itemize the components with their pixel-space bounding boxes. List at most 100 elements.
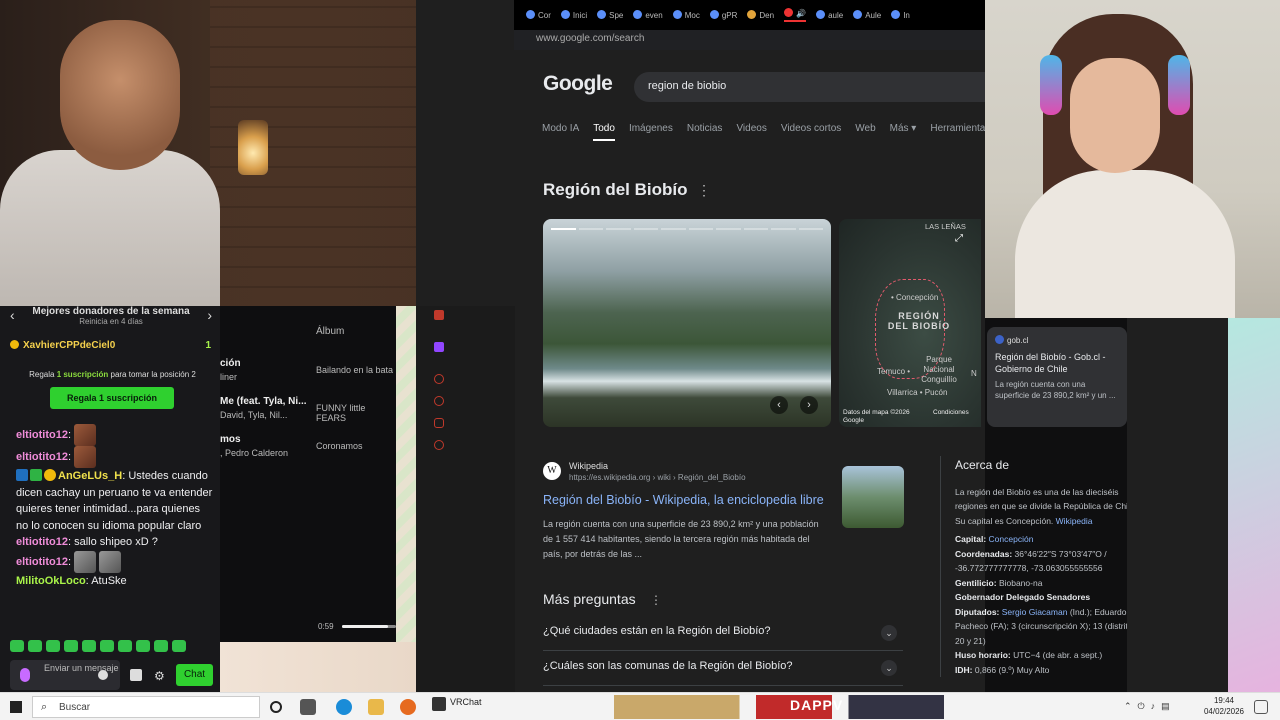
tab-videos-cortos[interactable]: Videos cortos xyxy=(781,123,841,141)
gear-icon[interactable]: ⚙ xyxy=(154,669,165,683)
speaker-icon[interactable]: 🔊 xyxy=(796,9,806,18)
tab-noticias[interactable]: Noticias xyxy=(687,123,723,141)
emote-icon[interactable] xyxy=(64,640,78,652)
chevron-right-icon[interactable]: › xyxy=(800,396,818,414)
chevron-down-icon[interactable]: ⌄ xyxy=(881,660,897,676)
map-terms-link[interactable]: Condiciones xyxy=(933,409,969,416)
diputado-link[interactable]: Sergio Giacaman xyxy=(1002,607,1068,617)
paa-question[interactable]: ¿Cuáles son las comunas de la Región del… xyxy=(543,652,903,686)
browser-tab[interactable]: Den xyxy=(747,10,774,20)
result-title-link[interactable]: Región del Biobío - Wikipedia, la encicl… xyxy=(543,492,828,509)
browser-tab[interactable]: In xyxy=(891,10,910,20)
browser-tab[interactable]: Cor xyxy=(526,10,551,20)
taskbar-clock[interactable]: 19:44 04/02/2026 xyxy=(1204,695,1244,717)
emote-icon[interactable] xyxy=(154,640,168,652)
track-title[interactable]: ción xyxy=(220,358,241,369)
firefox-icon[interactable] xyxy=(400,699,416,715)
knowledge-panel-photo[interactable] xyxy=(543,219,831,427)
chat-send-button[interactable]: Chat xyxy=(176,664,213,686)
video-person-head xyxy=(60,20,180,170)
emote-icon[interactable] xyxy=(82,640,96,652)
capital-link[interactable]: Concepción xyxy=(989,534,1034,544)
browser-tab[interactable]: aule xyxy=(816,10,843,20)
tab-web[interactable]: Web xyxy=(855,123,875,141)
photo-carousel-indicator xyxy=(551,228,823,230)
more-options-icon[interactable]: ⋮ xyxy=(650,593,662,607)
chevron-left-icon[interactable]: ‹ xyxy=(770,396,788,414)
emote-icon[interactable] xyxy=(172,640,186,652)
sidebar-app-icon[interactable] xyxy=(434,310,444,320)
tab-todo[interactable]: Todo xyxy=(593,123,615,141)
tab-favicon-icon xyxy=(853,10,863,19)
browser-tab[interactable]: gPR xyxy=(709,10,737,20)
about-row: Capital: Concepción xyxy=(955,532,1140,547)
browser-tab[interactable]: even xyxy=(633,10,663,20)
chat-message-text: AtuSke xyxy=(91,574,127,587)
tab-modo-ia[interactable]: Modo IA xyxy=(542,123,579,141)
about-row: Coordenadas: 36°46′22″S 73°03′47″O / -36… xyxy=(955,547,1140,576)
chat-username[interactable]: eltiotito12 xyxy=(16,555,68,567)
browser-tab[interactable]: Moc xyxy=(672,10,700,20)
browser-tab[interactable]: Spe xyxy=(597,10,623,20)
gift-icon[interactable] xyxy=(130,669,142,681)
clock-date: 04/02/2026 xyxy=(1203,707,1244,716)
map-attribution: Datos del mapa ©2026 Google xyxy=(843,409,910,424)
chevron-left-icon[interactable]: ‹ xyxy=(10,307,15,323)
taskbar-search[interactable]: ⌕ Buscar xyxy=(32,696,260,718)
settings-icon[interactable] xyxy=(434,440,444,450)
about-label: Coordenadas: xyxy=(955,548,1013,559)
chevron-down-icon[interactable]: ⌄ xyxy=(881,625,897,641)
result-site[interactable]: W Wikipedia https://es.wikipedia.org › w… xyxy=(543,460,828,484)
cortana-icon[interactable] xyxy=(270,701,282,713)
tab-imagenes[interactable]: Imágenes xyxy=(629,123,673,141)
emoji-icon[interactable] xyxy=(98,670,108,680)
extensions-icon[interactable] xyxy=(434,418,444,428)
chat-username[interactable]: eltiotito12 xyxy=(16,429,68,441)
search-input[interactable]: region de biobio xyxy=(634,72,994,102)
emote-icon[interactable] xyxy=(46,640,60,652)
emote-icon[interactable] xyxy=(100,640,114,652)
tab-favicon-icon xyxy=(633,10,643,19)
emote-icon[interactable] xyxy=(10,640,24,652)
knowledge-panel-map[interactable]: LAS LEÑAS • Concepción REGIÓN DEL BIOBÍO… xyxy=(839,219,981,427)
chat-username[interactable]: AnGeLUs_H xyxy=(58,470,122,482)
track-title[interactable]: mos xyxy=(220,434,241,445)
gift-subscription-button[interactable]: Regala 1 suscripción xyxy=(50,387,174,409)
chevron-right-icon[interactable]: › xyxy=(207,307,212,323)
about-label: IDH: xyxy=(955,664,973,675)
taskbar-app-thumbnails[interactable] xyxy=(614,695,944,719)
notifications-icon[interactable] xyxy=(1254,700,1268,714)
file-explorer-icon[interactable] xyxy=(368,699,384,715)
source-card-title[interactable]: Región del Biobío - Gob.cl - Gobierno de… xyxy=(995,351,1119,375)
browser-tab-active[interactable]: 🔊 xyxy=(784,8,807,22)
paa-question[interactable]: ¿Qué ciudades están en la Región del Bio… xyxy=(543,617,903,651)
tab-mas[interactable]: Más ▾ xyxy=(890,123,917,141)
more-options-icon[interactable]: ⋮ xyxy=(697,182,711,199)
tab-herramientas[interactable]: Herramienta xyxy=(930,123,985,141)
emote-icon[interactable] xyxy=(136,640,150,652)
emote-icon[interactable] xyxy=(118,640,132,652)
track-title[interactable]: Me (feat. Tyla, Ni... xyxy=(220,396,307,407)
chat-username[interactable]: MilitoOkLoco xyxy=(16,575,86,587)
chat-username[interactable]: eltiotito12 xyxy=(16,451,68,463)
expand-icon[interactable]: ⤢ xyxy=(955,233,963,244)
chat-username[interactable]: eltiotito12 xyxy=(16,536,68,548)
tab-videos[interactable]: Videos xyxy=(736,123,766,141)
system-tray[interactable]: ⌃⏻♪▤ xyxy=(1124,701,1176,712)
task-view-icon[interactable] xyxy=(300,699,316,715)
google-logo[interactable]: Google xyxy=(543,72,613,96)
wikipedia-link[interactable]: Wikipedia xyxy=(1056,516,1093,526)
result-thumbnail[interactable] xyxy=(842,466,904,528)
source-card[interactable]: gob.cl Región del Biobío - Gob.cl - Gobi… xyxy=(987,327,1127,427)
browser-tab[interactable]: Inici xyxy=(560,10,587,20)
history-icon[interactable] xyxy=(434,396,444,406)
windows-start-icon[interactable] xyxy=(10,701,22,713)
microphone-icon[interactable] xyxy=(20,668,30,682)
twitch-icon[interactable] xyxy=(434,342,444,352)
edge-icon[interactable] xyxy=(336,699,352,715)
emote-icon[interactable] xyxy=(28,640,42,652)
taskbar-vrchat[interactable]: VRChat xyxy=(432,697,482,711)
browser-tab[interactable]: Aule xyxy=(853,10,881,20)
sidebar-app-icon[interactable] xyxy=(434,374,444,384)
address-bar[interactable]: www.google.com/search xyxy=(514,30,985,50)
